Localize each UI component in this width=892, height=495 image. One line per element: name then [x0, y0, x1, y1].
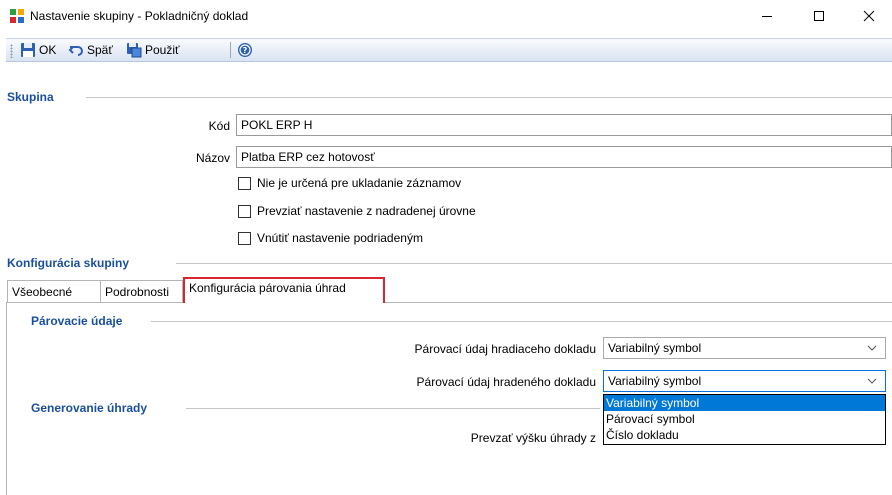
- hradeny-select[interactable]: Variabilný symbol: [603, 370, 886, 392]
- checkbox-label: Vnútiť nastavenie podriadeným: [257, 231, 423, 245]
- tab-konfiguracia-parovania[interactable]: Konfigurácia párovania úhrad: [183, 277, 385, 303]
- generovanie-divider: [186, 408, 600, 409]
- apply-button[interactable]: Použiť: [124, 41, 182, 59]
- generovanie-header: Generovanie úhrady: [31, 401, 154, 415]
- apply-disk-icon: [127, 43, 142, 58]
- checkbox-inherit-parent[interactable]: Prevziať nastavenie z nadradenej úrovne: [238, 204, 476, 218]
- chevron-down-icon: [867, 345, 877, 351]
- checkbox-label: Nie je určená pre ukladanie záznamov: [257, 176, 462, 190]
- parovacie-header: Párovacie údaje: [31, 314, 129, 328]
- toolbar: OK Späť Použiť ?: [6, 38, 892, 62]
- minimize-icon: [762, 16, 772, 17]
- parovacie-divider: [151, 321, 892, 322]
- svg-text:?: ?: [243, 46, 248, 55]
- title-bar: Nastavenie skupiny - Pokladničný doklad: [0, 0, 892, 32]
- back-button[interactable]: Späť: [66, 41, 115, 59]
- maximize-button[interactable]: [796, 0, 842, 32]
- kod-label: Kód: [208, 119, 230, 133]
- checkbox-force-children[interactable]: Vnútiť nastavenie podriadeným: [238, 231, 423, 245]
- minimize-button[interactable]: [744, 0, 790, 32]
- kod-input[interactable]: POKL ERP H: [236, 114, 892, 136]
- skupina-header: Skupina: [7, 90, 60, 104]
- ok-label: OK: [39, 43, 57, 57]
- checkbox-box[interactable]: [238, 204, 251, 218]
- dropdown-option-cislo[interactable]: Číslo dokladu: [604, 427, 885, 443]
- tab-label: Konfigurácia párovania úhrad: [189, 281, 346, 295]
- back-label: Späť: [87, 43, 113, 57]
- help-icon: ?: [238, 43, 252, 57]
- hradiaci-value: Variabilný symbol: [608, 341, 702, 355]
- tab-podrobnosti[interactable]: Podrobnosti: [101, 280, 183, 302]
- close-button[interactable]: [846, 0, 892, 32]
- konfiguracia-divider: [176, 263, 892, 264]
- checkbox-label: Prevziať nastavenie z nadradenej úrovne: [257, 204, 476, 218]
- hradiaci-label: Párovací údaj hradiaceho dokladu: [414, 342, 596, 356]
- save-disk-icon: [21, 43, 35, 57]
- apply-label: Použiť: [145, 43, 180, 57]
- tab-label: Všeobecné: [12, 285, 73, 299]
- dropdown-option-parovaci[interactable]: Párovací symbol: [604, 411, 885, 427]
- undo-arrow-icon: [68, 46, 83, 56]
- help-button[interactable]: ?: [235, 41, 255, 59]
- checkbox-not-for-storing[interactable]: Nie je určená pre ukladanie záznamov: [238, 176, 461, 190]
- ok-button[interactable]: OK: [18, 41, 58, 59]
- maximize-icon: [814, 11, 824, 21]
- nazov-input[interactable]: Platba ERP cez hotovosť: [236, 146, 892, 168]
- skupina-divider: [86, 97, 892, 98]
- window-title: Nastavenie skupiny - Pokladničný doklad: [30, 9, 249, 23]
- vyska-label: Prevzať výšku úhrady z: [470, 431, 596, 445]
- nazov-label: Názov: [195, 151, 230, 165]
- hradeny-value: Variabilný symbol: [608, 374, 702, 388]
- tab-vseobecne[interactable]: Všeobecné: [7, 280, 101, 302]
- konfiguracia-header: Konfigurácia skupiny: [7, 256, 136, 270]
- chevron-down-icon: [867, 378, 877, 384]
- hradiaci-select[interactable]: Variabilný symbol: [603, 337, 886, 359]
- toolbar-separator: [230, 42, 231, 58]
- checkbox-box[interactable]: [238, 176, 251, 190]
- hradeny-dropdown-list: Variabilný symbol Párovací symbol Číslo …: [603, 394, 886, 445]
- checkbox-box[interactable]: [238, 231, 251, 245]
- dropdown-option-variabilny[interactable]: Variabilný symbol: [604, 395, 885, 411]
- tab-label: Podrobnosti: [105, 285, 170, 299]
- hradeny-label: Párovací údaj hradeného dokladu: [416, 375, 596, 389]
- toolbar-grip[interactable]: [10, 44, 13, 58]
- close-icon: [863, 10, 875, 22]
- app-icon: [9, 8, 25, 24]
